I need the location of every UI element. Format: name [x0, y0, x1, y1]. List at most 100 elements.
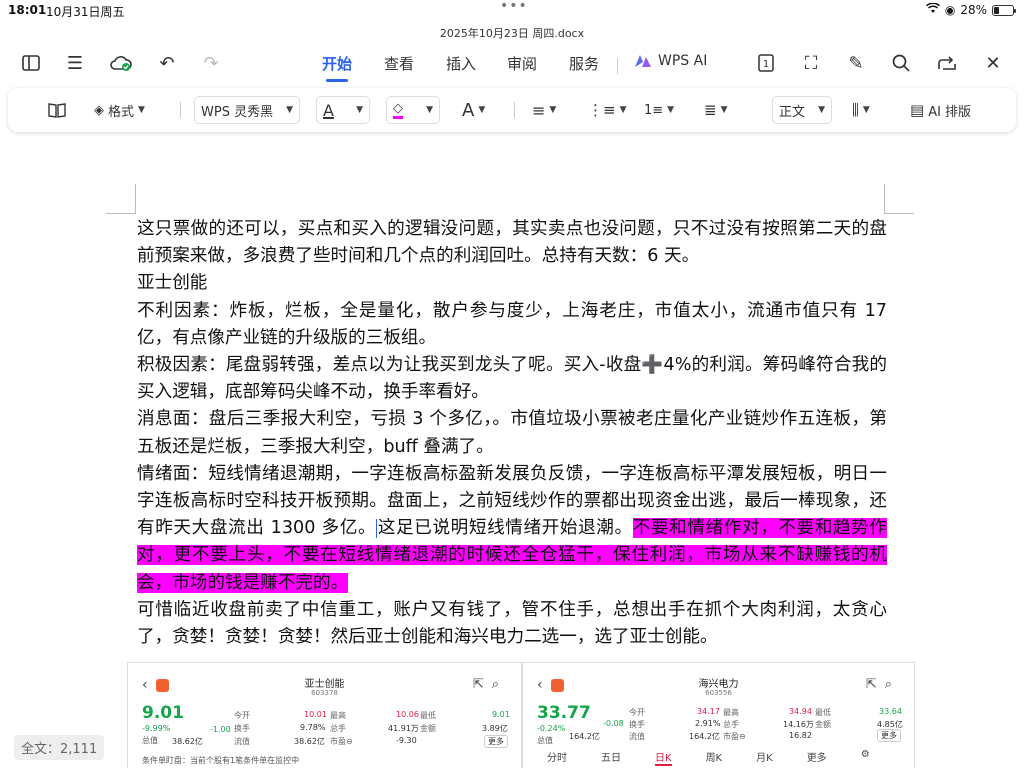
font-size-button[interactable]: A ▼ — [462, 96, 485, 124]
tab-review[interactable]: 审阅 — [507, 53, 537, 74]
search-icon[interactable] — [888, 50, 914, 76]
columns-button[interactable]: ⫼ ▼ — [852, 96, 870, 124]
multitask-dots-icon[interactable]: ••• — [500, 0, 528, 14]
svg-text:1: 1 — [763, 59, 769, 70]
document-body[interactable]: 这只票做的还可以，买点和买入的逻辑没问题，其实卖点也没问题，只不过没有按照第二天… — [137, 216, 887, 651]
format-ribbon: ◈ 格式 ▼ WPS 灵秀黑 ▼ A ▼ ◇ ▼ A ▼ ≡ ▼ ⋮≡ ▼ 1≡… — [8, 88, 1016, 132]
highlight-color-button[interactable]: ◇ ▼ — [386, 96, 440, 124]
stock-price: 33.77 — [537, 703, 591, 723]
tab-insert[interactable]: 插入 — [446, 53, 476, 74]
share-icon[interactable] — [934, 50, 960, 76]
battery-icon — [992, 4, 1016, 16]
stock-change-pct: -9.99% — [142, 724, 171, 733]
tab-home[interactable]: 开始 — [322, 53, 352, 82]
label-mcap: 总值 — [142, 736, 158, 745]
stock-total: 41.91万 — [388, 724, 419, 733]
more-button: 更多 — [484, 735, 508, 748]
pen-edit-icon[interactable]: ✎ — [843, 50, 869, 76]
share-search-icon: ⇱⌕ — [865, 677, 900, 692]
stock-change: -0.08 — [603, 719, 624, 728]
align-left-icon: ≡ — [532, 100, 546, 120]
chevron-down-icon: ▼ — [549, 105, 557, 115]
status-time: 18:01 — [8, 3, 47, 17]
stock-float: 38.62亿 — [294, 737, 325, 746]
word-count-badge[interactable]: 全文：2,111 — [14, 735, 105, 760]
tab-services[interactable]: 服务 — [569, 53, 599, 74]
label-float: 流值 — [234, 737, 250, 746]
embedded-image-stock-left[interactable]: ‹ 亚士创能 603378 ⇱⌕ 9.01 -9.99% 总值 今开 换手 流值… — [127, 662, 522, 768]
ai-layout-button[interactable]: ▤ AI 排版 — [910, 96, 971, 124]
stock-float: 164.2亿 — [689, 732, 720, 741]
period-tab: 月K — [756, 753, 773, 764]
stock-high: 34.94 — [789, 707, 812, 716]
period-tab: 五日 — [601, 753, 621, 764]
fullscreen-icon[interactable]: ⛶ — [798, 50, 824, 76]
stock-code: 603378 — [311, 689, 338, 697]
format-label: 格式 — [108, 104, 135, 120]
sidebar-toggle-icon[interactable] — [18, 50, 44, 76]
stock-low: 9.01 — [492, 710, 510, 719]
status-date: 10月31日周五 — [46, 5, 125, 19]
undo-icon[interactable]: ↶ — [154, 50, 180, 76]
line-spacing-icon: ≣ — [704, 101, 717, 119]
document-title: 2025年10月23日 周四.docx — [439, 27, 585, 40]
page-margin-mark — [884, 184, 914, 214]
stock-open: 34.17 — [697, 707, 720, 716]
redo-icon[interactable]: ↷ — [198, 50, 224, 76]
label-low: 最低 — [420, 711, 436, 720]
label-pe: 市盈⊖ — [330, 737, 353, 746]
label-amount: 金额 — [815, 720, 831, 729]
font-color-icon: A — [323, 100, 334, 120]
close-icon[interactable]: ✕ — [980, 50, 1006, 76]
tab-view[interactable]: 查看 — [384, 53, 414, 74]
font-color-button[interactable]: A ▼ — [316, 96, 370, 124]
font-family-value: WPS 灵秀黑 — [201, 104, 274, 120]
location-icon: ◉ — [944, 3, 956, 17]
stock-open: 10.01 — [304, 710, 327, 719]
stock-amount: 3.89亿 — [482, 724, 508, 733]
numbered-list-icon: 1≡ — [644, 102, 664, 118]
paragraph[interactable]: 这只票做的还可以，买点和买入的逻辑没问题，其实卖点也没问题，只不过没有按照第二天… — [137, 216, 887, 270]
chevron-down-icon: ▼ — [619, 105, 627, 115]
numbered-list-button[interactable]: 1≡ ▼ — [644, 96, 674, 124]
paragraph-heading[interactable]: 亚士创能 — [137, 270, 887, 297]
chevron-down-icon: ▼ — [862, 105, 870, 115]
chart-period-tabs: 分时 五日 日K 周K 月K 更多 ⚙ — [547, 749, 870, 766]
text-run: 这足已说明短线情绪开始退潮。 — [377, 518, 633, 539]
chevron-down-icon: ▼ — [426, 105, 433, 115]
format-painter-button[interactable]: ◈ 格式 ▼ — [94, 96, 145, 124]
chevron-down-icon: ▼ — [356, 105, 363, 115]
menu-icon[interactable]: ☰ — [62, 50, 88, 76]
cloud-sync-icon[interactable] — [108, 50, 134, 76]
stock-change-pct: -0.24% — [537, 724, 566, 733]
bullet-list-button[interactable]: ⋮≡ ▼ — [588, 96, 627, 124]
stock-name: 海兴电力 — [698, 679, 739, 690]
label-high: 最高 — [330, 711, 346, 720]
wps-ai-button[interactable]: WPS AI — [634, 53, 707, 69]
chevron-down-icon: ▼ — [478, 105, 486, 115]
font-family-select[interactable]: WPS 灵秀黑 ▼ — [194, 96, 300, 124]
paragraph[interactable]: 消息面：盘后三季报大利空，亏损 3 个多亿，。市值垃圾小票被老庄量化产业链炒作五… — [137, 406, 887, 460]
stock-high: 10.06 — [396, 710, 419, 719]
period-tab: 分时 — [547, 753, 567, 764]
align-button[interactable]: ≡ ▼ — [532, 96, 556, 124]
ai-layout-label: AI 排版 — [928, 104, 972, 120]
reading-mode-icon[interactable] — [48, 96, 66, 124]
paragraph[interactable]: 可惜临近收盘前卖了中信重工，账户又有钱了，管不住手，总想出手在抓个大肉利润，太贪… — [137, 597, 887, 651]
paragraph[interactable]: 积极因素：尾盘弱转强，差点以为让我买到龙头了呢。买入-收盘➕4%的利润。筹码峰符… — [137, 352, 887, 406]
stock-total: 14.16万 — [783, 720, 814, 729]
status-bar: 18:01 10月31日周五 ••• ◉ 28% — [0, 0, 1024, 22]
paragraph[interactable]: 不利因素：炸板，烂板，全是量化，散户参与度少，上海老庄，市值太小，流通市值只有 … — [137, 298, 887, 352]
page-number-icon[interactable]: 1 — [753, 50, 779, 76]
document-page[interactable]: 这只票做的还可以，买点和买入的逻辑没问题，其实卖点也没问题，只不过没有按照第二天… — [0, 140, 1024, 768]
paragraph[interactable]: 情绪面：短线情绪退潮期，一字连板高标盈新发展负反馈，一字连板高标平潭发展短板，明… — [137, 461, 887, 597]
wifi-icon — [925, 2, 940, 17]
label-mcap: 总值 — [537, 736, 553, 745]
font-size-icon: A — [462, 99, 475, 121]
label-low: 最低 — [815, 708, 831, 717]
label-amount: 金额 — [420, 724, 436, 733]
embedded-image-stock-right[interactable]: ‹ 海兴电力 603556 ⇱⌕ 33.77 -0.24% 总值 今开 换手 流… — [522, 662, 915, 768]
line-spacing-button[interactable]: ≣ ▼ — [704, 96, 728, 124]
paragraph-style-select[interactable]: 正文 ▼ — [772, 96, 832, 124]
columns-icon: ⫼ — [852, 101, 859, 119]
